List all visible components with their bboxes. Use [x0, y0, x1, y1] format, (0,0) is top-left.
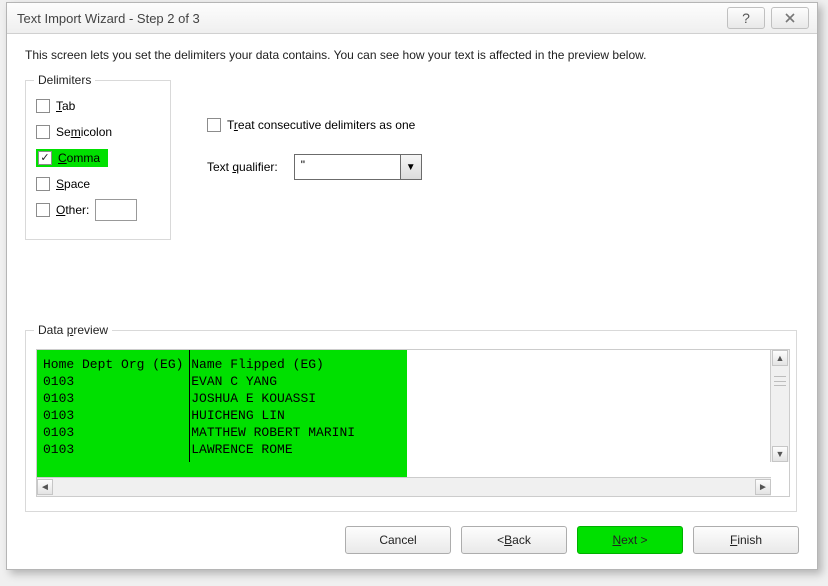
semicolon-label: Semicolon: [56, 125, 112, 139]
scroll-up-icon[interactable]: ▲: [772, 350, 788, 366]
other-label: Other:: [56, 203, 89, 217]
tab-label: Tab: [56, 99, 75, 113]
data-preview-legend: Data preview: [34, 323, 112, 337]
delimiters-legend: Delimiters: [34, 73, 95, 87]
finish-button[interactable]: Finish: [693, 526, 799, 554]
instruction-text: This screen lets you set the delimiters …: [25, 48, 799, 62]
horizontal-scrollbar[interactable]: ◄ ►: [37, 477, 771, 496]
delimiter-tab-row[interactable]: Tab: [36, 93, 160, 119]
data-preview-group: Data preview Home Dept Org (EG) Name Fli…: [25, 330, 797, 512]
text-qualifier-select[interactable]: " ▼: [294, 154, 422, 180]
treat-consecutive-label: Treat consecutive delimiters as one: [227, 118, 415, 132]
other-checkbox[interactable]: [36, 203, 50, 217]
data-preview-text: Home Dept Org (EG) Name Flipped (EG) 010…: [43, 356, 355, 458]
semicolon-checkbox[interactable]: [36, 125, 50, 139]
delimiter-space-row[interactable]: Space: [36, 171, 160, 197]
text-import-wizard-dialog: Text Import Wizard - Step 2 of 3 ? This …: [6, 2, 818, 570]
data-preview-area: Home Dept Org (EG) Name Flipped (EG) 010…: [36, 349, 790, 497]
tab-checkbox[interactable]: [36, 99, 50, 113]
column-divider: [189, 350, 190, 462]
delimiter-comma-row[interactable]: Comma: [36, 145, 160, 171]
scroll-right-icon[interactable]: ►: [755, 479, 771, 495]
help-button[interactable]: ?: [727, 7, 765, 29]
back-button[interactable]: < Back: [461, 526, 567, 554]
chevron-down-icon: ▼: [400, 155, 421, 179]
cancel-button[interactable]: Cancel: [345, 526, 451, 554]
delimiter-other-row[interactable]: Other:: [36, 197, 160, 223]
delimiter-semicolon-row[interactable]: Semicolon: [36, 119, 160, 145]
comma-label: Comma: [58, 151, 100, 165]
titlebar: Text Import Wizard - Step 2 of 3 ?: [7, 3, 817, 34]
scroll-left-icon[interactable]: ◄: [37, 479, 53, 495]
delimiters-group: Delimiters Tab Semicolon Comma: [25, 80, 171, 240]
treat-consecutive-row[interactable]: Treat consecutive delimiters as one: [207, 118, 422, 132]
text-qualifier-value: ": [295, 155, 400, 179]
dialog-title: Text Import Wizard - Step 2 of 3: [17, 11, 721, 26]
treat-consecutive-checkbox[interactable]: [207, 118, 221, 132]
comma-checkbox[interactable]: [38, 151, 52, 165]
space-label: Space: [56, 177, 90, 191]
scroll-down-icon[interactable]: ▼: [772, 446, 788, 462]
vertical-scrollbar[interactable]: ▲ ▼: [770, 350, 789, 462]
other-delimiter-input[interactable]: [95, 199, 137, 221]
close-icon: [784, 12, 796, 24]
close-button[interactable]: [771, 7, 809, 29]
text-qualifier-label: Text qualifier:: [207, 160, 278, 174]
space-checkbox[interactable]: [36, 177, 50, 191]
next-button[interactable]: Next >: [577, 526, 683, 554]
